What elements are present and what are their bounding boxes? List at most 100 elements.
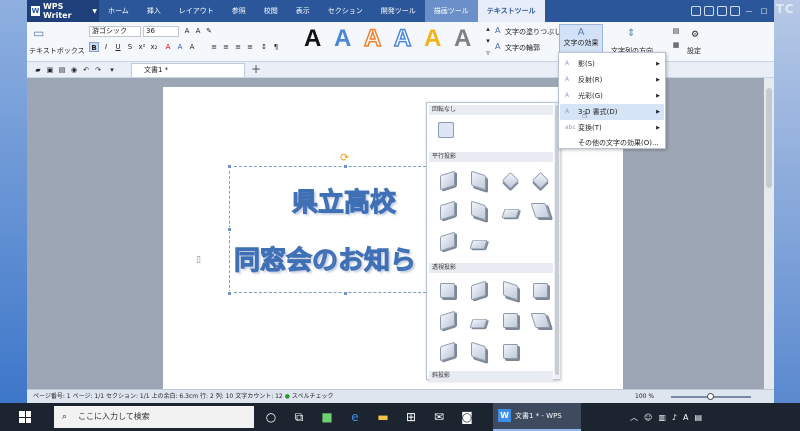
camera-icon[interactable]: ◙	[458, 408, 476, 426]
layout-options-icon[interactable]: ▯	[196, 255, 201, 265]
3d-option[interactable]	[440, 341, 455, 362]
3d-option[interactable]	[440, 283, 455, 298]
tab-section[interactable]: セクション	[319, 0, 372, 22]
vertical-scrollbar[interactable]	[764, 78, 774, 389]
tab-review[interactable]: 校閲	[255, 0, 287, 22]
3d-option[interactable]	[438, 122, 454, 138]
menu-item-transform[interactable]: abc 変換(T) ▶	[560, 120, 664, 136]
resize-handle[interactable]	[227, 227, 232, 232]
shrink-font-icon[interactable]: A	[193, 26, 203, 36]
char-spacing-icon[interactable]: A	[187, 42, 197, 52]
preview-icon[interactable]: ◉	[69, 65, 79, 75]
tab-drawing-tools[interactable]: 描画ツール	[424, 0, 478, 22]
font-size-select[interactable]: 36	[143, 26, 179, 37]
new-tab-icon[interactable]: +	[251, 62, 261, 76]
taskbar-search[interactable]: ⌕ ここに入力して検索	[54, 406, 254, 428]
3d-option[interactable]	[469, 319, 488, 328]
justify-icon[interactable]: ≡	[245, 42, 255, 52]
wordart-style-4[interactable]: A	[393, 24, 412, 53]
tab-developer[interactable]: 開発ツール	[372, 0, 425, 22]
resize-handle[interactable]	[343, 164, 348, 169]
redo-icon[interactable]: ↷	[93, 65, 103, 75]
cortana-icon[interactable]: ○	[262, 408, 280, 426]
mail-icon[interactable]: ✉	[430, 408, 448, 426]
3d-option[interactable]	[440, 310, 455, 331]
chevron-down-icon[interactable]: ▾	[107, 65, 117, 75]
network-icon[interactable]: ▥	[658, 413, 666, 422]
start-button[interactable]	[0, 403, 50, 431]
gallery-more-icon[interactable]: ▿	[483, 48, 493, 58]
3d-option[interactable]	[503, 280, 518, 301]
tab-text-tools[interactable]: テキストツール	[477, 0, 545, 22]
store-icon[interactable]: ⊞	[402, 408, 420, 426]
wordart-style-5[interactable]: A	[424, 25, 441, 53]
underline-icon[interactable]: U	[113, 42, 123, 52]
edge-icon[interactable]: e	[346, 408, 364, 426]
text-fill-button[interactable]: 文字の塗りつぶし	[505, 27, 561, 37]
volume-icon[interactable]: ♪	[672, 413, 677, 422]
ime-icon[interactable]: A	[683, 413, 688, 422]
align-left-icon[interactable]: ≡	[209, 42, 219, 52]
tab-home[interactable]: ホーム	[99, 0, 138, 22]
rotate-handle-icon[interactable]: ⟳	[340, 151, 349, 164]
cloud-icon[interactable]	[717, 6, 727, 16]
position-icon[interactable]: ▦	[671, 40, 681, 50]
wordart-style-2[interactable]: A	[334, 25, 351, 53]
status-word-count[interactable]: 文字カウント: 12	[235, 393, 283, 400]
zoom-level[interactable]: 100 %	[635, 390, 654, 403]
resize-handle[interactable]	[343, 291, 348, 296]
undo-icon[interactable]: ↶	[81, 65, 91, 75]
status-spellcheck[interactable]: スペルチェック	[292, 393, 334, 400]
tab-layout[interactable]: レイアウト	[170, 0, 223, 22]
open-icon[interactable]: ▰	[33, 65, 43, 75]
tab-view[interactable]: 表示	[287, 0, 319, 22]
text-outline-button[interactable]: 文字の輪郭	[505, 43, 540, 53]
chevron-up-icon[interactable]: ︿	[630, 412, 638, 423]
tab-references[interactable]: 参照	[223, 0, 255, 22]
3d-option[interactable]	[503, 344, 518, 359]
gallery-down-icon[interactable]: ▾	[483, 36, 493, 46]
3d-option[interactable]	[471, 280, 486, 301]
3d-option[interactable]	[440, 200, 455, 221]
resize-handle[interactable]	[227, 164, 232, 169]
3d-option[interactable]	[469, 240, 488, 249]
maximize-icon[interactable]: □	[758, 6, 770, 16]
menu-item-glow[interactable]: A 光彩(G) ▶	[560, 88, 664, 104]
subscript-icon[interactable]: x₂	[149, 42, 159, 52]
3d-option[interactable]	[471, 341, 486, 362]
3d-option[interactable]	[532, 172, 549, 189]
textbox-button[interactable]: テキストボックス	[29, 46, 85, 56]
document-line-2[interactable]: 同窓会のお知ら	[233, 240, 416, 277]
font-name-select[interactable]: 游ゴシック	[89, 26, 141, 37]
highlight-icon[interactable]: A	[175, 42, 185, 52]
tab-insert[interactable]: 挿入	[138, 0, 170, 22]
bold-icon[interactable]: B	[89, 42, 99, 52]
explorer-icon[interactable]: ▬	[374, 408, 392, 426]
help-icon[interactable]	[730, 6, 740, 16]
skin-icon[interactable]	[691, 6, 701, 16]
menu-item-3d-format[interactable]: A 3-D 書式(D) ▶	[560, 104, 664, 120]
3d-option[interactable]	[503, 313, 518, 328]
document-tab[interactable]: 文書1 *	[131, 63, 245, 77]
align-right-icon[interactable]: ≡	[233, 42, 243, 52]
wordart-style-1[interactable]: A	[304, 25, 321, 53]
menu-item-shadow[interactable]: A 影(S) ▶	[560, 56, 664, 72]
wordart-style-3[interactable]: A	[363, 24, 382, 53]
3d-option[interactable]	[533, 283, 548, 298]
3d-option[interactable]	[530, 203, 551, 218]
resize-handle[interactable]	[227, 291, 232, 296]
document-line-1[interactable]: 県立高校	[291, 182, 396, 219]
notification-icon[interactable]: ▤	[695, 413, 703, 422]
3d-option[interactable]	[440, 231, 455, 252]
share-icon[interactable]	[704, 6, 714, 16]
print-icon[interactable]: ▤	[57, 65, 67, 75]
superscript-icon[interactable]: x²	[137, 42, 147, 52]
menu-item-more-effects[interactable]: その他の文字の効果(O)...	[560, 135, 664, 151]
scrollbar-thumb[interactable]	[766, 88, 772, 188]
strikethrough-icon[interactable]: S	[125, 42, 135, 52]
task-view-icon[interactable]: ⧉	[290, 408, 308, 426]
wrap-icon[interactable]: ▤	[671, 26, 681, 36]
3d-option[interactable]	[501, 209, 520, 218]
gallery-up-icon[interactable]: ▴	[483, 24, 493, 34]
zoom-slider-knob[interactable]	[707, 393, 714, 400]
